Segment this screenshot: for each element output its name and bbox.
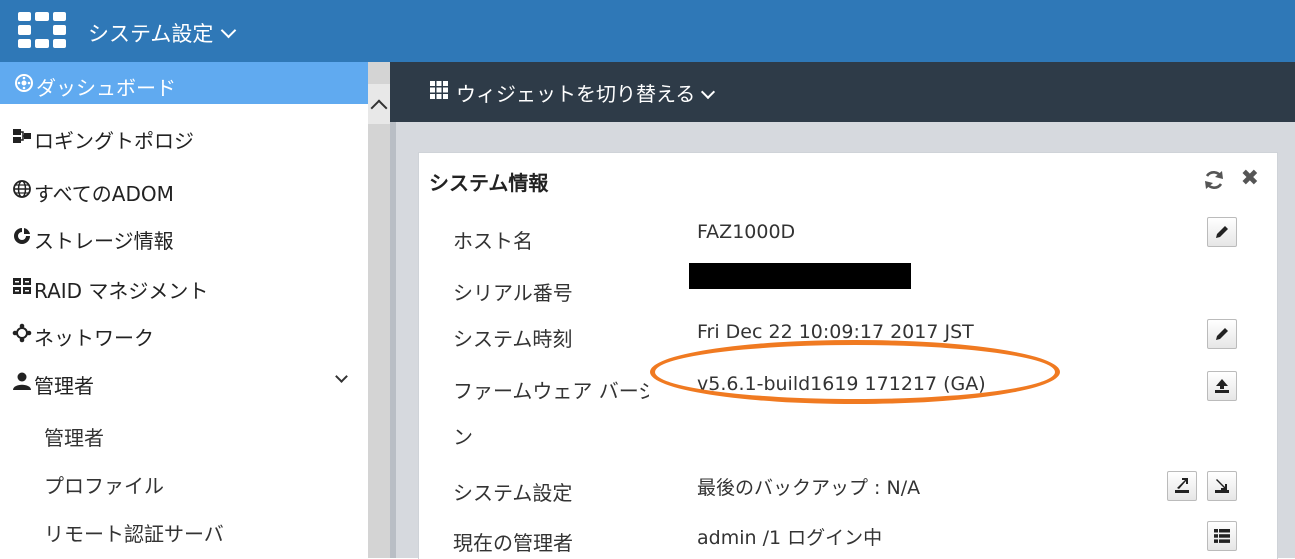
- sidebar-item-raid-management[interactable]: RAID マネジメント: [0, 265, 368, 307]
- user-icon: [13, 372, 31, 390]
- edit-system-time-button[interactable]: [1207, 319, 1237, 349]
- sidebar-item-all-adoms[interactable]: すべてのADOM: [0, 168, 368, 210]
- content-border: [390, 122, 396, 558]
- firmware-version-label: ファームウェア バージョ: [453, 379, 649, 403]
- sidebar-subitem-profiles[interactable]: プロファイル: [0, 460, 368, 502]
- chevron-up-icon: [370, 99, 388, 117]
- dashboard-toolbar: ウィジェットを切り替える: [390, 62, 1295, 122]
- serial-number-redaction: [689, 263, 911, 289]
- globe-icon: [13, 180, 31, 198]
- sidebar-scrollbar[interactable]: [368, 62, 390, 558]
- system-time-value: Fri Dec 22 10:09:17 2017 JST: [697, 321, 974, 343]
- sidebar-item-logging-topology[interactable]: ロギングトポロジ: [0, 115, 368, 157]
- widget-title: システム情報: [429, 171, 549, 195]
- sidebar-item-administrators[interactable]: 管理者: [0, 360, 368, 402]
- sidebar-item-label: すべてのADOM: [34, 182, 174, 206]
- sidebar-item-label: ストレージ情報: [34, 229, 174, 253]
- hostname-label: ホスト名: [453, 229, 533, 253]
- pencil-icon: [1216, 226, 1228, 238]
- backup-button[interactable]: [1167, 471, 1197, 501]
- restore-button[interactable]: [1207, 471, 1237, 501]
- current-admins-label: 現在の管理者: [453, 531, 573, 555]
- sidebar-item-label: ネットワーク: [34, 326, 154, 350]
- refresh-icon[interactable]: [1203, 169, 1225, 191]
- system-time-label: システム時刻: [453, 327, 573, 351]
- scroll-up-button[interactable]: [368, 84, 390, 124]
- restore-icon: [1215, 479, 1229, 493]
- list-icon: [1214, 529, 1230, 543]
- grid-icon: [430, 81, 448, 99]
- sidebar-item-network[interactable]: ネットワーク: [0, 312, 368, 354]
- system-info-widget: システム情報 ✖ ホスト名 FAZ1000D シリアル番号 システム時刻 Fri…: [418, 152, 1278, 559]
- sidebar-item-label: RAID マネジメント: [34, 279, 209, 303]
- raid-icon: [13, 278, 31, 294]
- module-title: システム設定: [88, 22, 214, 46]
- sidebar-item-label: ダッシュボード: [36, 76, 176, 100]
- last-backup-value: 最後のバックアップ : N/A: [697, 477, 921, 499]
- firmware-version-label-wrap: ン: [453, 425, 473, 449]
- serial-number-label: シリアル番号: [453, 281, 573, 305]
- dashboard-icon: [15, 74, 33, 92]
- upgrade-firmware-button[interactable]: [1207, 371, 1237, 401]
- close-icon[interactable]: ✖: [1241, 168, 1259, 190]
- chevron-down-icon[interactable]: [335, 370, 348, 383]
- sidebar-subitem-admins[interactable]: 管理者: [0, 412, 368, 454]
- pencil-icon: [1216, 328, 1228, 340]
- sidebar-subitem-remote-auth-server[interactable]: リモート認証サーバ: [0, 508, 368, 550]
- sidebar-item-storage-info[interactable]: ストレージ情報: [0, 215, 368, 257]
- toggle-widgets-button[interactable]: ウィジェットを切り替える: [430, 78, 716, 107]
- sidebar-item-label: プロファイル: [44, 474, 164, 498]
- chevron-down-icon: [221, 22, 237, 39]
- toggle-widgets-label: ウィジェットを切り替える: [456, 82, 696, 106]
- sidebar-item-dashboard[interactable]: ダッシュボード: [0, 62, 368, 104]
- hostname-value: FAZ1000D: [697, 221, 796, 243]
- admin-list-button[interactable]: [1207, 521, 1237, 551]
- sidebar-item-label: 管理者: [34, 374, 94, 398]
- backup-icon: [1175, 478, 1189, 493]
- module-switcher[interactable]: システム設定: [88, 18, 237, 48]
- sidebar-item-label: リモート認証サーバ: [44, 522, 224, 546]
- firmware-version-value: v5.6.1-build1619 171217 (GA): [697, 373, 986, 395]
- edit-hostname-button[interactable]: [1207, 217, 1237, 247]
- fortinet-logo[interactable]: [18, 12, 66, 48]
- upload-icon: [1215, 379, 1229, 393]
- sidebar-item-label: 管理者: [44, 426, 104, 450]
- chevron-down-icon: [701, 84, 716, 100]
- top-bar: システム設定: [0, 0, 1295, 62]
- topology-icon: [13, 129, 31, 143]
- system-config-label: システム設定: [453, 481, 573, 505]
- network-icon: [12, 323, 32, 343]
- storage-pie-icon: [14, 228, 30, 244]
- current-admins-value: admin /1 ログイン中: [697, 527, 883, 549]
- sidebar-item-label: ロギングトポロジ: [34, 129, 194, 153]
